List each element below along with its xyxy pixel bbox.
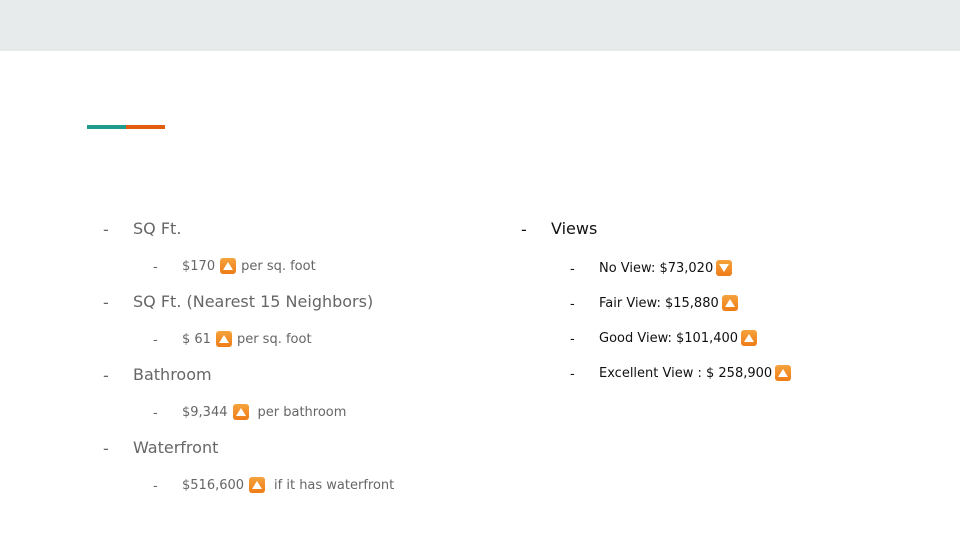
up-arrow-icon xyxy=(775,365,792,381)
sub-item-value: $9,344 xyxy=(182,404,228,420)
list-item-label: Bathroom xyxy=(133,365,212,384)
sub-item-excellent-view: Excellent View : $ 258,900 xyxy=(599,365,796,381)
list-item-sqft: SQ Ft. xyxy=(133,219,181,238)
up-arrow-icon xyxy=(741,330,758,346)
sub-bullet-dash: - xyxy=(153,260,158,275)
list-item-label: Waterfront xyxy=(133,438,219,457)
sub-item-text: Fair View: $15,880 xyxy=(599,295,719,311)
sub-item-suffix: per sq. foot xyxy=(236,331,312,347)
list-item-label: Views xyxy=(551,219,598,238)
bullet-dash: - xyxy=(103,439,109,458)
sub-item-fair-view: Fair View: $15,880 xyxy=(599,295,743,311)
sub-bullet-dash: - xyxy=(153,479,158,494)
list-item-views: Views xyxy=(551,219,597,238)
accent-segment-orange xyxy=(126,125,165,129)
sub-item-suffix: if it has waterfront xyxy=(274,477,395,493)
sub-item-waterfront-value: $516,600 if it has waterfront xyxy=(182,477,394,493)
sub-bullet-dash: - xyxy=(570,332,575,347)
up-arrow-icon xyxy=(249,477,266,493)
bullet-dash: - xyxy=(103,293,109,312)
sub-item-text: Excellent View : $ 258,900 xyxy=(599,365,773,381)
sub-item-neighbors-value: $ 61 per sq. foot xyxy=(182,331,312,347)
sub-item-no-view: No View: $73,020 xyxy=(599,260,737,276)
title-accent-bar xyxy=(87,125,165,129)
sub-item-value: $170 xyxy=(182,258,216,274)
sub-item-suffix: per bathroom xyxy=(257,404,347,420)
sub-item-suffix: per sq. foot xyxy=(241,258,316,274)
sub-item-good-view: Good View: $101,400 xyxy=(599,330,762,346)
sub-item-bathroom-value: $9,344 per bathroom xyxy=(182,404,346,420)
list-item-bathroom: Bathroom xyxy=(133,365,212,384)
sub-item-value: $ 61 xyxy=(182,331,211,347)
up-arrow-icon xyxy=(721,295,738,311)
bullet-dash: - xyxy=(103,366,109,385)
bullet-dash: - xyxy=(521,220,527,239)
sub-item-value: $516,600 xyxy=(182,477,245,493)
list-item-sqft-neighbors: SQ Ft. (Nearest 15 Neighbors) xyxy=(133,292,373,311)
top-band xyxy=(0,0,960,51)
list-item-label: SQ Ft. xyxy=(133,219,182,238)
sub-bullet-dash: - xyxy=(570,262,575,277)
sub-bullet-dash: - xyxy=(153,406,158,421)
sub-bullet-dash: - xyxy=(153,333,158,348)
sub-item-text: No View: $73,020 xyxy=(599,260,714,276)
sub-bullet-dash: - xyxy=(570,297,575,312)
list-item-waterfront: Waterfront xyxy=(133,438,218,457)
bullet-dash: - xyxy=(103,220,109,239)
list-item-label: SQ Ft. (Nearest 15 Neighbors) xyxy=(133,292,374,311)
accent-segment-teal xyxy=(87,125,126,129)
sub-item-sqft-value: $170 per sq. foot xyxy=(182,258,316,274)
up-arrow-icon xyxy=(232,404,249,420)
up-arrow-icon xyxy=(220,258,237,274)
down-arrow-icon xyxy=(716,260,733,276)
sub-item-text: Good View: $101,400 xyxy=(599,330,739,346)
up-arrow-icon xyxy=(215,331,232,347)
sub-bullet-dash: - xyxy=(570,367,575,382)
